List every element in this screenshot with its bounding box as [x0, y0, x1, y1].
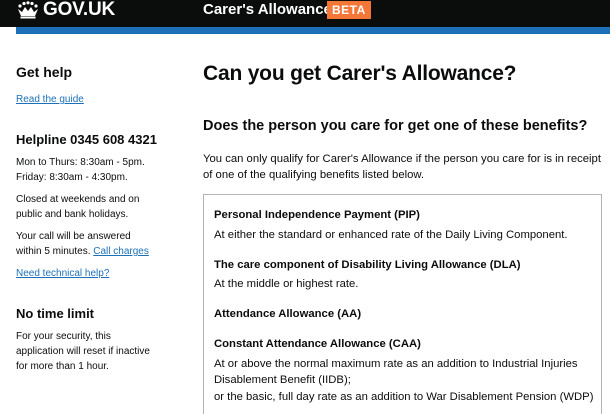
time-limit-heading: No time limit [16, 306, 95, 321]
closed-line-2: public and bank holidays. [16, 209, 129, 220]
crown-icon [18, 1, 38, 19]
read-guide-link[interactable]: Read the guide [16, 92, 84, 107]
benefits-question: Does the person you care for get one of … [203, 118, 588, 134]
security-line-2: application will reset if inactive [16, 346, 150, 357]
service-name-link[interactable]: Carer's Allowance [203, 0, 332, 20]
answer-line-1: Your call will be answered [16, 231, 131, 242]
hours-line-1: Mon to Thurs: 8:30am - 5pm. [16, 157, 145, 168]
pip-title: Personal Independence Payment (PIP) [214, 209, 420, 221]
site-header: GOV.UK Carer's Allowance BETA [0, 0, 610, 27]
helpline-heading: Helpline 0345 608 4321 [16, 132, 157, 147]
caa-description-line-2: Disablement Benefit (IIDB); [214, 374, 351, 386]
intro-text: You can only qualify for Carer's Allowan… [203, 151, 601, 183]
caa-description-line-3: or the basic, full day rate as an additi… [214, 391, 594, 403]
hours-line-2: Friday: 8:30am - 4:30pm. [16, 172, 128, 183]
dla-title: The care component of Disability Living … [214, 259, 521, 271]
caa-title: Constant Attendance Allowance (CAA) [214, 338, 421, 350]
caa-description-line-1: At or above the normal maximum rate as a… [214, 358, 578, 370]
intro-line-2: of one of the qualifying benefits listed… [203, 169, 425, 181]
answer-line-2-text: within 5 minutes. [16, 246, 91, 257]
logo-text: GOV.UK [43, 0, 116, 20]
pip-description: At either the standard or enhanced rate … [214, 229, 568, 241]
get-help-heading: Get help [16, 64, 73, 80]
beta-tag: BETA [327, 1, 371, 19]
aa-title: Attendance Allowance (AA) [214, 308, 362, 320]
dla-description: At the middle or highest rate. [214, 278, 359, 290]
answer-line-2: within 5 minutes. Call charges [16, 244, 149, 259]
closed-line-1: Closed at weekends and on [16, 194, 140, 205]
page-title: Can you get Carer's Allowance? [203, 62, 517, 85]
intro-line-1: You can only qualify for Carer's Allowan… [203, 153, 601, 165]
security-line-3: for more than 1 hour. [16, 361, 109, 372]
header-blue-bar [16, 27, 610, 34]
call-charges-link[interactable]: Call charges [93, 246, 149, 257]
technical-help-link[interactable]: Need technical help? [16, 266, 109, 281]
qualifying-benefits-panel: Personal Independence Payment (PIP) At e… [203, 194, 602, 414]
govuk-logo-link[interactable]: GOV.UK [16, 0, 115, 20]
security-line-1: For your security, this [16, 331, 111, 342]
